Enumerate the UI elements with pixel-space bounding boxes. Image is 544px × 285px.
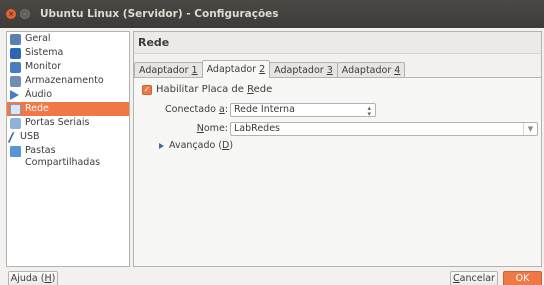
advanced-label: Avançado (D): [169, 140, 233, 151]
cancel-button[interactable]: Cancelar: [450, 271, 498, 285]
monitor-icon: [10, 62, 21, 73]
label-text: Avançado (: [169, 140, 223, 151]
help-button[interactable]: Ajuda (H): [8, 271, 58, 285]
enable-adapter-row[interactable]: ✓ Habilitar Placa de Rede: [142, 84, 272, 95]
sidebar-item-label: Pastas Compartilhadas: [25, 145, 101, 168]
attached-to-value: Rede Interna: [234, 104, 295, 115]
sidebar-item-label: USB: [20, 131, 40, 142]
sidebar-item-rede[interactable]: Rede: [7, 102, 129, 116]
general-icon: [10, 34, 21, 45]
page-title: Rede: [134, 32, 541, 54]
sidebar-item-armazenamento[interactable]: Armazenamento: [7, 74, 129, 88]
network-name-value: LabRedes: [234, 123, 280, 134]
close-window-icon[interactable]: ×: [6, 9, 16, 19]
settings-sidebar: Geral Sistema Monitor Armazenamento Áudi…: [6, 31, 130, 267]
tab-label: Adaptador: [274, 65, 327, 76]
chevron-down-icon[interactable]: ▼: [523, 123, 537, 135]
label-text: ancelar: [459, 273, 495, 284]
tab-label: Adaptador: [206, 64, 260, 75]
system-icon: [10, 48, 21, 59]
title-bar: × – Ubuntu Linux (Servidor) - Configuraç…: [0, 0, 544, 28]
network-name-combobox[interactable]: LabRedes ▼: [230, 122, 538, 136]
select-arrows-icon: ▴ ▾: [367, 104, 371, 118]
sidebar-item-label: Portas Seriais: [25, 117, 90, 128]
sidebar-item-label: Geral: [25, 33, 51, 44]
sidebar-item-audio[interactable]: Áudio: [7, 88, 129, 102]
label-text: ): [51, 273, 56, 284]
sidebar-item-portas-seriais[interactable]: Portas Seriais: [7, 116, 129, 130]
storage-icon: [10, 76, 21, 87]
sidebar-item-label: Áudio: [25, 89, 53, 100]
network-icon: [10, 104, 21, 115]
tab-label: Adaptador: [341, 65, 395, 76]
label-text: ede: [253, 84, 273, 95]
label-text: Conectado: [165, 104, 219, 115]
adapter-panel: ✓ Habilitar Placa de Rede Conectado a: R…: [134, 77, 541, 266]
window-title: Ubuntu Linux (Servidor) - Configurações: [40, 8, 279, 20]
enable-adapter-label: Habilitar Placa de Rede: [156, 84, 272, 95]
minimize-window-icon[interactable]: –: [20, 9, 30, 19]
tab-adaptador-4[interactable]: Adaptador 4: [336, 62, 406, 78]
advanced-expander[interactable]: Avançado (D): [159, 140, 233, 151]
sidebar-item-pastas-compartilhadas[interactable]: Pastas Compartilhadas: [7, 144, 129, 170]
sidebar-item-monitor[interactable]: Monitor: [7, 60, 129, 74]
label-text: ): [229, 140, 234, 151]
sidebar-item-label: Sistema: [25, 47, 64, 58]
sidebar-item-geral[interactable]: Geral: [7, 32, 129, 46]
sidebar-item-usb[interactable]: USB: [7, 130, 129, 144]
label-mnemonic: C: [453, 273, 460, 284]
sidebar-item-sistema[interactable]: Sistema: [7, 46, 129, 60]
label-text: ome:: [203, 123, 228, 134]
attached-to-select[interactable]: Rede Interna ▴ ▾: [230, 103, 376, 118]
usb-icon: [7, 132, 19, 143]
enable-adapter-checkbox[interactable]: ✓: [142, 84, 152, 95]
sidebar-item-label: Monitor: [25, 61, 62, 72]
tab-mnemonic: 4: [394, 65, 401, 76]
label-mnemonic: N: [196, 123, 204, 134]
tab-mnemonic: 1: [191, 65, 198, 76]
label-text: :: [224, 104, 228, 115]
ok-button[interactable]: OK: [503, 271, 542, 285]
tab-mnemonic: 2: [259, 64, 266, 75]
expander-triangle-icon: [159, 142, 164, 149]
adapter-tabs: Adaptador 1 Adaptador 2 Adaptador 3 Adap…: [134, 60, 406, 78]
sidebar-item-label: Armazenamento: [25, 75, 104, 86]
settings-page: Rede Adaptador 1 Adaptador 2 Adaptador 3…: [133, 31, 542, 267]
tab-adaptador-3[interactable]: Adaptador 3: [269, 62, 338, 78]
attached-to-label: Conectado a:: [154, 104, 228, 115]
tab-mnemonic: 3: [326, 65, 333, 76]
sidebar-item-label: Rede: [25, 103, 49, 114]
tab-adaptador-2[interactable]: Adaptador 2: [201, 60, 271, 78]
audio-icon: [10, 90, 19, 100]
tab-label: Adaptador: [139, 65, 192, 76]
serial-ports-icon: [10, 118, 21, 129]
name-label: Nome:: [154, 123, 228, 134]
label-mnemonic: H: [44, 273, 52, 284]
label-text: Habilitar Placa de: [156, 84, 248, 95]
label-text: Ajuda (: [10, 273, 45, 284]
shared-folders-icon: [10, 146, 21, 157]
tab-adaptador-1[interactable]: Adaptador 1: [134, 62, 203, 78]
